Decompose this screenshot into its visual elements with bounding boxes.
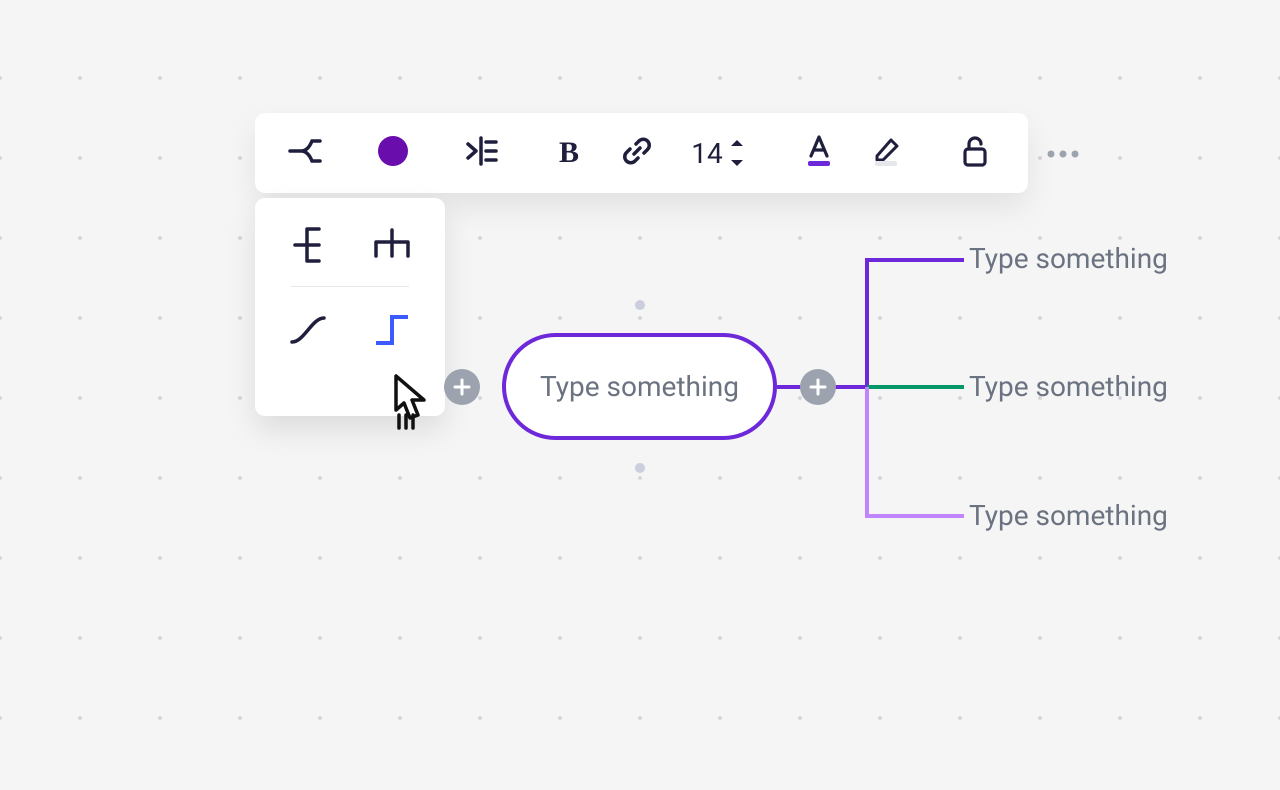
connector-curve-option[interactable] <box>283 305 333 355</box>
child-node-placeholder: Type something <box>969 499 1168 532</box>
node-anchor-bottom[interactable] <box>635 463 645 473</box>
more-button[interactable] <box>1033 123 1093 183</box>
child-node-placeholder: Type something <box>969 370 1168 403</box>
formatting-toolbar: B 14 <box>255 113 1028 193</box>
chevron-down-icon[interactable] <box>729 158 745 168</box>
align-button[interactable] <box>451 123 511 183</box>
text-color-icon <box>804 134 834 172</box>
bold-icon: B <box>559 136 579 170</box>
child-node-placeholder: Type something <box>969 242 1168 275</box>
shape-color-icon <box>377 135 409 171</box>
align-icon <box>464 136 498 170</box>
highlight-icon <box>871 134 903 172</box>
shape-color-button[interactable] <box>363 123 423 183</box>
text-color-button[interactable] <box>789 123 849 183</box>
child-node-2[interactable]: Type something <box>969 370 1168 403</box>
tree-down-icon <box>372 226 412 264</box>
layout-tree-right-option[interactable] <box>283 220 333 270</box>
lock-button[interactable] <box>945 123 1005 183</box>
node-anchor-top[interactable] <box>635 300 645 310</box>
child-node-1[interactable]: Type something <box>969 242 1168 275</box>
branch-style-button[interactable] <box>275 123 335 183</box>
plus-icon <box>453 378 471 396</box>
more-icon <box>1046 144 1080 163</box>
connector-elbow-option[interactable] <box>367 305 417 355</box>
dropdown-divider <box>291 286 409 287</box>
font-size-value: 14 <box>691 137 722 170</box>
child-node-3[interactable]: Type something <box>969 499 1168 532</box>
elbow-icon <box>372 313 412 347</box>
font-size-control[interactable]: 14 <box>675 123 761 183</box>
link-button[interactable] <box>607 123 667 183</box>
layout-tree-down-option[interactable] <box>367 220 417 270</box>
plus-icon <box>809 378 827 396</box>
link-icon <box>622 136 652 170</box>
add-right-button[interactable] <box>800 369 836 405</box>
central-node[interactable]: Type something <box>502 333 777 440</box>
tree-right-icon <box>289 225 327 265</box>
add-left-button[interactable] <box>444 369 480 405</box>
branch-style-dropdown <box>255 198 445 416</box>
highlight-button[interactable] <box>857 123 917 183</box>
central-node-placeholder: Type something <box>540 370 739 403</box>
canvas[interactable]: B 14 <box>0 0 1280 790</box>
branch-icon <box>288 137 322 169</box>
chevron-up-icon[interactable] <box>729 138 745 148</box>
bold-button[interactable]: B <box>539 123 599 183</box>
unlock-icon <box>961 135 989 171</box>
font-size-spinner[interactable] <box>729 138 745 168</box>
curve-icon <box>288 314 328 346</box>
